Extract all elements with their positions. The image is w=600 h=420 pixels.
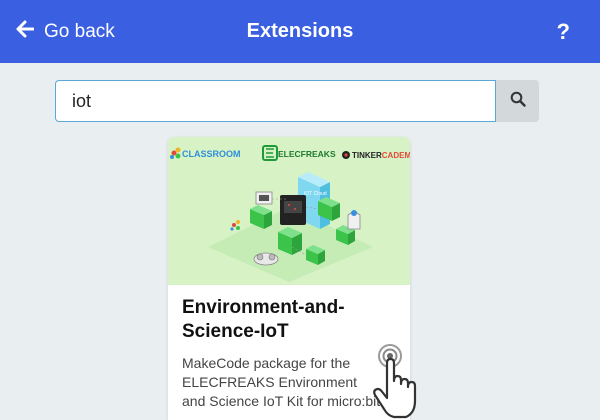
search-input[interactable] (55, 80, 496, 122)
iot-illustration: IOT Cloud (208, 172, 373, 282)
search-bar (55, 80, 539, 122)
tinkercademy-logo: TINKERCADEMY (342, 151, 410, 160)
iot-cloud-label: IOT Cloud (304, 191, 327, 197)
header-bar: Go back Extensions ? (0, 0, 600, 63)
extension-card-description: MakeCode package for the ELECFREAKS Envi… (182, 355, 381, 409)
elecfreaks-logo-text: ELECFREAKS (278, 149, 336, 159)
classroom-logo: CLASSROOM (170, 147, 241, 159)
arrow-left-icon (16, 20, 35, 43)
tinkercademy-logo-text-a: TINKER (352, 151, 382, 160)
svg-text:TINKERCADEMY: TINKERCADEMY (352, 151, 410, 160)
extension-card-image: CLASSROOM ELECFREAKS TINKERCADEMY IO (168, 137, 410, 285)
pointer-hand-icon (370, 343, 426, 420)
extension-card-title: Environment-and-Science-IoT (182, 297, 345, 342)
search-button[interactable] (496, 80, 539, 122)
search-icon (510, 91, 526, 112)
classroom-logo-text: CLASSROOM (182, 149, 241, 159)
elecfreaks-logo: ELECFREAKS (262, 145, 336, 161)
go-back-label: Go back (44, 20, 115, 42)
go-back-button[interactable]: Go back (16, 0, 115, 63)
help-button[interactable]: ? (557, 0, 570, 63)
tinkercademy-logo-text-b: CADEMY (382, 151, 410, 160)
